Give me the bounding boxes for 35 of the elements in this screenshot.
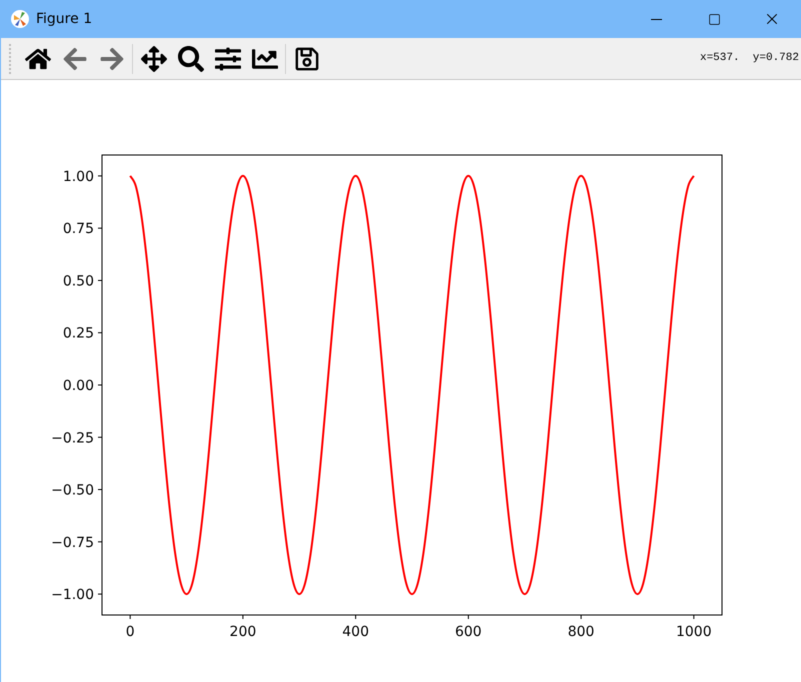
y-tick-label: 0.25 — [62, 326, 94, 342]
tick-mark — [98, 332, 102, 334]
y-tick-label: −0.50 — [51, 482, 94, 499]
maximize-icon — [708, 12, 720, 26]
tick-mark — [98, 436, 102, 438]
tick-mark — [98, 228, 102, 229]
tick-mark — [693, 614, 694, 620]
y-tick-label: −1.00 — [51, 587, 94, 604]
tick-mark — [98, 175, 102, 176]
x-tick-label: 1000 — [676, 624, 712, 640]
y-tick-label: −0.75 — [51, 534, 94, 551]
tick-mark — [242, 614, 244, 620]
y-tick-label: 0.50 — [62, 273, 94, 290]
tick-mark — [580, 614, 582, 620]
x-tick-label: 600 — [455, 624, 482, 640]
tick-mark — [355, 614, 356, 620]
cursor-coordinates: x=537. y=0.782 — [700, 51, 799, 66]
y-tick-label: 0.00 — [62, 378, 94, 394]
y-tick-label: 1.00 — [62, 168, 94, 185]
tick-mark — [98, 541, 102, 542]
app-logo-icon — [11, 10, 29, 28]
tick-mark — [130, 614, 131, 620]
tick-mark — [98, 594, 102, 595]
minimize-icon — [650, 18, 662, 20]
x-tick-label: 0 — [126, 624, 135, 640]
x-tick-label: 400 — [342, 624, 369, 640]
x-tick-label: 200 — [230, 624, 256, 640]
tick-mark — [468, 614, 469, 620]
window-title: Figure 1 — [36, 10, 92, 28]
tick-mark — [98, 489, 102, 490]
tick-mark — [98, 384, 102, 386]
x-tick-label: 800 — [568, 624, 594, 640]
tick-mark — [98, 280, 102, 281]
y-tick-label: 0.75 — [62, 221, 94, 238]
y-tick-label: −0.25 — [51, 430, 94, 446]
